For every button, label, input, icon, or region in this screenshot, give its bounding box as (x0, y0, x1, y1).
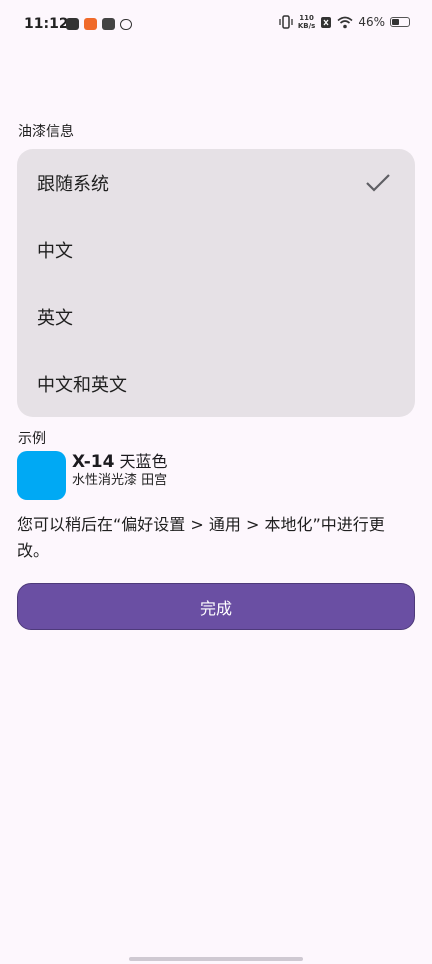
example-label: 示例 (18, 431, 46, 447)
status-time: 11:12 (24, 16, 69, 32)
wifi-icon (337, 16, 353, 28)
link-icon (120, 18, 132, 30)
language-options: 跟随系统中文英文中文和英文 (17, 149, 415, 417)
battery-percent: 46% (358, 15, 385, 29)
net-speed: 110 KB/s (297, 14, 316, 30)
language-option-label: 中文和英文 (37, 374, 127, 396)
vibrate-icon (279, 15, 293, 29)
no-sim-icon (321, 16, 332, 28)
check-icon (366, 173, 390, 192)
paint-subtitle: 水性消光漆 田宫 (72, 473, 168, 488)
app-badge-icon (102, 18, 115, 30)
hint-text: 您可以稍后在“偏好设置 > 通用 > 本地化”中进行更改。 (17, 515, 385, 560)
done-button[interactable]: 完成 (17, 583, 415, 630)
language-option[interactable]: 中文 (17, 216, 415, 283)
color-swatch (17, 451, 66, 500)
mail-icon (66, 18, 79, 30)
language-option[interactable]: 跟随系统 (17, 149, 415, 216)
language-option-label: 中文 (37, 240, 73, 262)
status-right: 110 KB/s 46% (279, 14, 410, 30)
paint-name: 天蓝色 (119, 452, 168, 471)
language-option[interactable]: 英文 (17, 283, 415, 350)
paint-code: X-14 (72, 452, 115, 472)
notification-icons (66, 18, 132, 30)
section-title: 油漆信息 (18, 124, 74, 140)
example-preview: X-14 天蓝色 水性消光漆 田宫 (17, 451, 168, 500)
language-option[interactable]: 中文和英文 (17, 350, 415, 417)
language-option-label: 英文 (37, 307, 73, 329)
app-orange-icon (84, 18, 97, 30)
home-indicator[interactable] (129, 957, 303, 961)
battery-icon (390, 17, 410, 27)
language-option-label: 跟随系统 (37, 173, 109, 195)
status-bar: 11:12 110 KB/s 46% (0, 0, 432, 50)
